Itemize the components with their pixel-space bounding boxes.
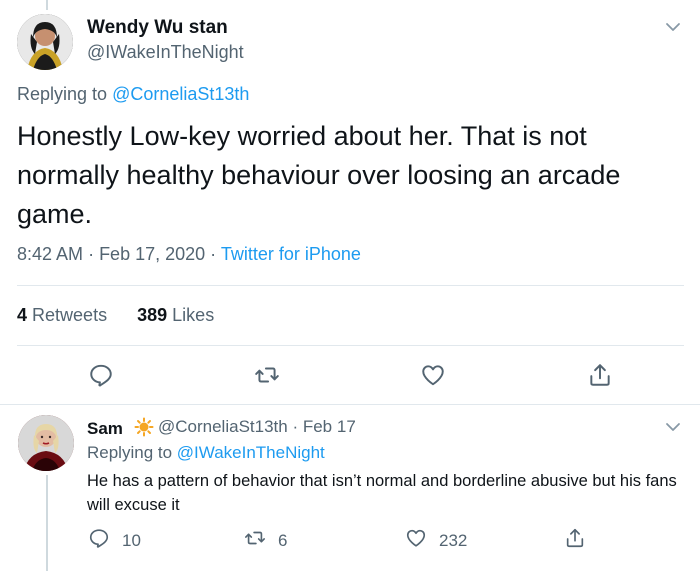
like-icon	[405, 527, 427, 554]
tweet-time[interactable]: 8:42 AM	[17, 244, 83, 264]
reply-count: 10	[122, 530, 141, 550]
author-avatar[interactable]	[17, 14, 73, 70]
tweet-separator	[0, 404, 700, 405]
chevron-down-icon[interactable]	[664, 18, 682, 36]
tweet-meta: 8:42 AM · Feb 17, 2020 · Twitter for iPh…	[17, 244, 361, 264]
reply-author-avatar[interactable]	[18, 415, 74, 471]
retweet-icon	[244, 527, 266, 554]
reply-reply-button[interactable]: 10	[88, 527, 141, 554]
share-icon[interactable]	[587, 362, 613, 388]
author-name[interactable]: Wendy Wu stan	[87, 17, 228, 39]
reply-author-name[interactable]: Sam	[87, 417, 154, 442]
tweet-date[interactable]: Feb 17, 2020	[99, 244, 205, 264]
tweet-text: Honestly Low-key worried about her. That…	[17, 121, 621, 229]
author-handle[interactable]: @IWakeInTheNight	[87, 42, 244, 63]
like-count: 232	[439, 530, 468, 550]
reply-replying-to: Replying to @IWakeInTheNight	[87, 443, 325, 462]
tweet-source[interactable]: Twitter for iPhone	[221, 244, 361, 264]
divider	[17, 345, 684, 346]
reply-share-button[interactable]	[564, 527, 586, 554]
share-icon	[564, 527, 586, 554]
chevron-down-icon[interactable]	[664, 418, 682, 436]
retweets-stat[interactable]: 4 Retweets	[17, 305, 107, 325]
retweet-icon[interactable]	[254, 362, 280, 388]
thread-line-bottom	[46, 475, 48, 571]
reply-date[interactable]: Feb 17	[303, 417, 356, 436]
reply-text: He has a pattern of behavior that isn’t …	[87, 472, 677, 514]
reply-author-handle[interactable]: @CorneliaSt13th · Feb 17	[158, 417, 356, 437]
replying-to-link[interactable]: @CorneliaSt13th	[112, 84, 249, 104]
tweet-stats: 4 Retweets 389 Likes	[17, 305, 214, 326]
main-tweet: Wendy Wu stan @IWakeInTheNight Replying …	[0, 0, 700, 404]
divider	[17, 285, 684, 286]
avatar-image	[18, 415, 74, 471]
retweet-count: 6	[278, 530, 288, 550]
avatar-image	[17, 14, 73, 70]
reply-retweet-button[interactable]: 6	[244, 527, 287, 554]
replying-prefix: Replying to	[17, 84, 108, 104]
likes-stat[interactable]: 389 Likes	[137, 305, 214, 325]
reply-like-button[interactable]: 232	[405, 527, 467, 554]
sun-emoji-icon	[134, 417, 154, 442]
reply-icon[interactable]	[88, 362, 114, 388]
reply-icon	[88, 527, 110, 554]
replying-to: Replying to @CorneliaSt13th	[17, 84, 249, 105]
replying-to-link[interactable]: @IWakeInTheNight	[177, 443, 325, 462]
like-icon[interactable]	[420, 362, 446, 388]
